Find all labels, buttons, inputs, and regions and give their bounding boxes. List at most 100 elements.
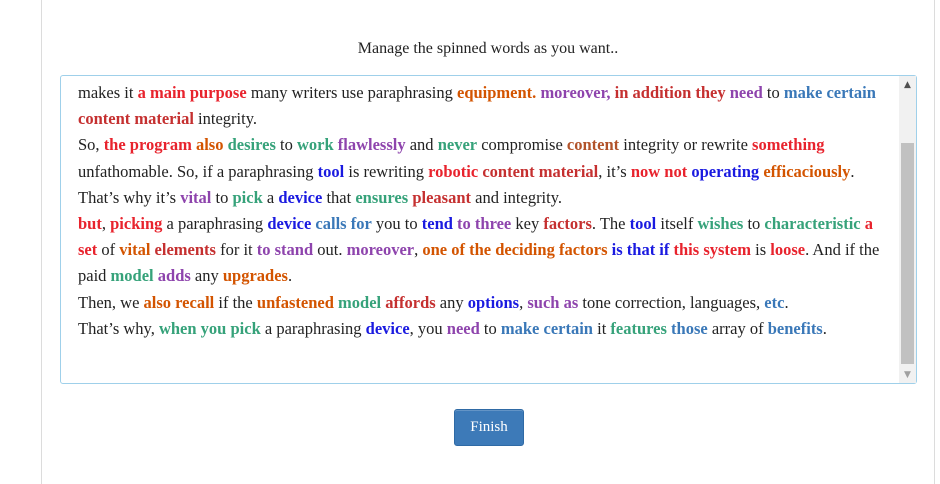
spun-word[interactable]: model	[338, 293, 381, 312]
spun-word[interactable]: ensures	[355, 188, 408, 207]
plain-text: That’s why,	[78, 318, 159, 338]
spun-word[interactable]: make certain	[501, 319, 593, 338]
spun-word[interactable]: to stand	[257, 240, 313, 259]
plain-text: , it’s	[598, 161, 631, 181]
spun-word[interactable]: device	[278, 188, 322, 207]
plain-text: array of	[707, 318, 768, 338]
spun-word[interactable]: adds	[158, 266, 191, 285]
spun-word[interactable]: factors	[543, 214, 592, 233]
spun-word[interactable]: to three	[457, 214, 511, 233]
plain-text: to	[762, 83, 784, 102]
plain-text: and integrity.	[471, 187, 563, 207]
spun-word[interactable]: vital	[180, 188, 211, 207]
spun-word[interactable]: desires	[228, 135, 276, 154]
plain-text: to	[211, 187, 233, 207]
spun-word[interactable]: calls for	[315, 214, 371, 233]
plain-text: many writers use paraphrasing	[246, 83, 457, 102]
spun-word[interactable]: equipment.	[457, 83, 536, 102]
spun-word[interactable]: operating	[691, 162, 759, 181]
spun-word[interactable]: work	[297, 135, 334, 154]
spun-word[interactable]: unfastened	[257, 293, 334, 312]
plain-text: a paraphrasing	[162, 214, 268, 234]
spun-word[interactable]: content	[567, 135, 619, 154]
spun-word[interactable]: this system	[674, 240, 751, 259]
spun-word[interactable]: make certain	[784, 83, 876, 102]
spun-word[interactable]: flawlessly	[338, 135, 406, 154]
plain-text: .	[784, 292, 789, 312]
spun-word[interactable]: tend	[422, 214, 453, 233]
spun-word[interactable]: efficaciously	[763, 162, 850, 181]
spun-word[interactable]: but	[78, 214, 102, 233]
spun-word[interactable]: upgrades	[223, 266, 288, 285]
plain-text: tone correction, languages,	[578, 292, 765, 312]
plain-text: is rewriting	[344, 161, 429, 181]
plain-text: Then, we	[78, 292, 144, 312]
spun-text-editor[interactable]: makes it a main purpose many writers use…	[60, 75, 917, 384]
spun-word[interactable]: vital	[119, 240, 150, 259]
spun-word[interactable]: need	[730, 83, 763, 102]
spun-word[interactable]: benefits	[768, 319, 823, 338]
spun-word[interactable]: device	[267, 214, 311, 233]
spun-word[interactable]: tool	[318, 162, 345, 181]
plain-text: if the	[214, 292, 257, 312]
plain-text: to	[743, 214, 765, 234]
spun-word[interactable]: etc	[764, 293, 784, 312]
finish-button[interactable]: Finish	[454, 409, 524, 446]
plain-text: for it	[215, 240, 257, 260]
plain-text: any	[190, 266, 223, 286]
spun-word[interactable]: need	[447, 319, 480, 338]
text-paragraph: That’s why, when you pick a paraphrasing…	[78, 316, 886, 342]
text-paragraph: makes it a main purpose many writers use…	[78, 80, 886, 132]
spun-word[interactable]: options	[468, 293, 519, 312]
spun-word[interactable]: when you pick	[159, 319, 261, 338]
spun-word[interactable]: also recall	[144, 293, 215, 312]
scroll-down-arrow-icon[interactable]: ▼	[899, 366, 916, 383]
plain-text: is	[750, 240, 771, 260]
plain-text: , you	[409, 318, 447, 338]
plain-text: .	[287, 266, 293, 286]
spun-word[interactable]: picking	[110, 214, 162, 233]
spun-word[interactable]: content material	[78, 109, 194, 128]
editor-content[interactable]: makes it a main purpose many writers use…	[78, 80, 886, 342]
spun-word[interactable]: device	[366, 319, 410, 338]
plain-text: to	[275, 135, 297, 155]
spun-word[interactable]: never	[438, 135, 477, 154]
spun-word[interactable]: in addition they	[615, 83, 726, 102]
spun-word[interactable]: now not	[631, 162, 687, 181]
spun-word[interactable]: those	[671, 319, 708, 338]
spun-word[interactable]: a main purpose	[138, 83, 247, 102]
spun-word[interactable]: affords	[385, 293, 435, 312]
spun-word[interactable]: elements	[155, 240, 216, 259]
spun-word[interactable]: loose	[770, 240, 805, 259]
spun-word[interactable]: moreover,	[540, 83, 610, 102]
spun-word[interactable]: moreover	[347, 240, 415, 259]
spun-word[interactable]: one of the deciding factors	[422, 240, 607, 259]
spun-word[interactable]: features	[610, 319, 667, 338]
plain-text: .	[822, 318, 827, 338]
spinner-panel: Manage the spinned words as you want.. m…	[41, 0, 935, 484]
plain-text: compromise	[477, 135, 567, 155]
scroll-thumb[interactable]	[901, 143, 914, 364]
scroll-up-arrow-icon[interactable]: ▲	[899, 76, 916, 93]
plain-text: ,	[101, 214, 111, 234]
spun-word[interactable]: something	[752, 135, 824, 154]
spun-word[interactable]: characteristic	[764, 214, 860, 233]
plain-text: it	[592, 318, 611, 338]
spun-word[interactable]: the program	[104, 135, 192, 154]
spun-word[interactable]: is that if	[612, 240, 670, 259]
plain-text: a paraphrasing	[260, 318, 366, 338]
spun-word[interactable]: tool	[630, 214, 657, 233]
spun-word[interactable]: wishes	[697, 214, 743, 233]
spun-word[interactable]: such as	[527, 293, 578, 312]
vertical-scrollbar[interactable]: ▲ ▼	[899, 76, 916, 383]
spun-word[interactable]: also	[196, 135, 224, 154]
spun-word[interactable]: pleasant	[412, 188, 471, 207]
plain-text: of	[97, 240, 120, 260]
plain-text: that	[322, 187, 356, 207]
plain-text: key	[511, 214, 544, 234]
spun-word[interactable]: robotic	[428, 162, 478, 181]
spun-word[interactable]: content material	[482, 162, 598, 181]
spun-word[interactable]: pick	[232, 188, 262, 207]
plain-text: makes it	[78, 83, 138, 102]
spun-word[interactable]: model	[111, 266, 154, 285]
